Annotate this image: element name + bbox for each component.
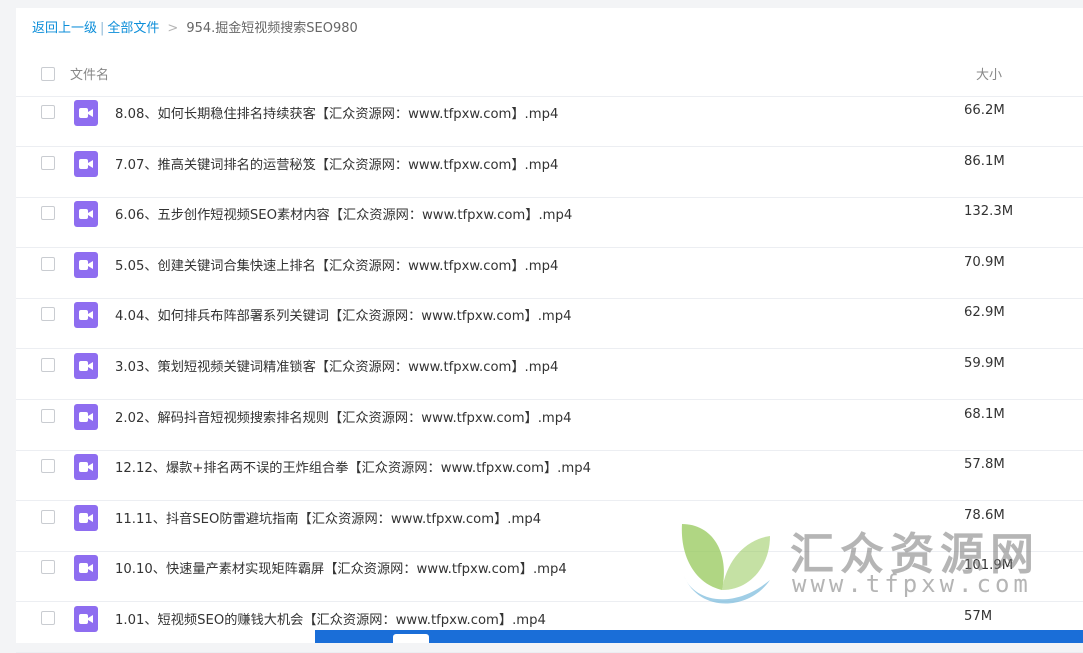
column-header-size[interactable]: 大小 [976, 64, 1002, 83]
column-header-name[interactable]: 文件名 [70, 64, 109, 83]
file-row[interactable]: 11.11、抖音SEO防雷避坑指南【汇众资源网：www.tfpxw.com】.m… [16, 501, 1083, 552]
file-name[interactable]: 12.12、爆款+排名两不误的王炸组合拳【汇众资源网：www.tfpxw.com… [115, 457, 591, 476]
row-checkbox[interactable] [41, 408, 55, 423]
file-row[interactable]: 2.02、解码抖音短视频搜索排名规则【汇众资源网：www.tfpxw.com】.… [16, 400, 1083, 451]
back-link[interactable]: 返回上一级 [32, 21, 97, 36]
file-name[interactable]: 3.03、策划短视频关键词精准锁客【汇众资源网：www.tfpxw.com】.m… [115, 356, 558, 375]
video-file-icon [74, 302, 98, 329]
file-row[interactable]: 1.01、短视频SEO的赚钱大机会【汇众资源网：www.tfpxw.com】.m… [16, 602, 1083, 653]
file-row[interactable]: 7.07、推高关键词排名的运营秘笈【汇众资源网：www.tfpxw.com】.m… [16, 147, 1083, 198]
breadcrumb: 返回上一级 | 全部文件 >954.掘金短视频搜索SEO980 [32, 21, 358, 37]
file-size: 57.8M [964, 457, 1005, 473]
row-checkbox[interactable] [41, 256, 55, 271]
breadcrumb-separator: | [100, 21, 105, 36]
file-row[interactable]: 3.03、策划短视频关键词精准锁客【汇众资源网：www.tfpxw.com】.m… [16, 349, 1083, 400]
file-size: 59.9M [964, 356, 1005, 371]
video-file-icon [74, 403, 98, 430]
video-file-icon [74, 353, 98, 379]
file-name[interactable]: 4.04、如何排兵布阵部署系列关键词【汇众资源网：www.tfpxw.com】.… [115, 305, 572, 324]
all-files-link[interactable]: 全部文件 [107, 21, 159, 36]
file-name[interactable]: 2.02、解码抖音短视频搜索排名规则【汇众资源网：www.tfpxw.com】.… [115, 407, 572, 426]
video-file-icon [74, 504, 98, 531]
file-size: 62.9M [964, 305, 1005, 321]
row-checkbox[interactable] [41, 105, 55, 119]
video-file-icon [74, 454, 98, 481]
file-size: 66.2M [964, 103, 1005, 118]
row-checkbox[interactable] [41, 509, 55, 524]
file-size: 78.6M [964, 507, 1005, 523]
breadcrumb-arrow: > [167, 21, 179, 36]
file-row[interactable]: 4.04、如何排兵布阵部署系列关键词【汇众资源网：www.tfpxw.com】.… [16, 298, 1083, 350]
file-size: 86.1M [964, 153, 1005, 169]
row-checkbox[interactable] [41, 206, 55, 221]
file-size: 132.3M [964, 204, 1014, 220]
list-header: 文件名 大小 [16, 56, 1083, 97]
current-folder: 954.掘金短视频搜索SEO980 [186, 21, 358, 36]
bottom-bar-tab[interactable] [393, 634, 429, 643]
video-file-icon [74, 606, 98, 632]
bottom-bar [315, 630, 1083, 643]
video-file-icon [74, 555, 98, 582]
file-size: 101.9M [964, 558, 1014, 574]
file-row[interactable]: 6.06、五步创作短视频SEO素材内容【汇众资源网：www.tfpxw.com】… [16, 197, 1083, 249]
file-name[interactable]: 11.11、抖音SEO防雷避坑指南【汇众资源网：www.tfpxw.com】.m… [115, 508, 541, 527]
row-checkbox[interactable] [41, 459, 55, 474]
file-name[interactable]: 6.06、五步创作短视频SEO素材内容【汇众资源网：www.tfpxw.com】… [115, 204, 572, 223]
row-checkbox[interactable] [41, 358, 55, 372]
file-row[interactable]: 10.10、快速量产素材实现矩阵霸屏【汇众资源网：www.tfpxw.com】.… [16, 551, 1083, 603]
file-name[interactable]: 7.07、推高关键词排名的运营秘笈【汇众资源网：www.tfpxw.com】.m… [115, 154, 558, 173]
row-checkbox[interactable] [41, 611, 55, 625]
file-name[interactable]: 1.01、短视频SEO的赚钱大机会【汇众资源网：www.tfpxw.com】.m… [115, 609, 546, 628]
row-checkbox[interactable] [41, 155, 55, 170]
row-checkbox[interactable] [41, 307, 55, 322]
file-size: 68.1M [964, 406, 1005, 422]
file-name[interactable]: 10.10、快速量产素材实现矩阵霸屏【汇众资源网：www.tfpxw.com】.… [115, 558, 567, 577]
file-size: 57M [964, 609, 993, 624]
file-row[interactable]: 12.12、爆款+排名两不误的王炸组合拳【汇众资源网：www.tfpxw.com… [16, 450, 1083, 502]
video-file-icon [74, 251, 98, 278]
file-list-panel: 返回上一级 | 全部文件 >954.掘金短视频搜索SEO980 文件名 大小 8.08… [16, 8, 1083, 653]
file-name[interactable]: 8.08、如何长期稳住排名持续获客【汇众资源网：www.tfpxw.com】.m… [115, 103, 558, 122]
file-name[interactable]: 5.05、创建关键词合集快速上排名【汇众资源网：www.tfpxw.com】.m… [115, 255, 558, 274]
select-all-checkbox[interactable] [41, 67, 55, 81]
video-file-icon [74, 150, 98, 177]
row-checkbox[interactable] [41, 560, 55, 575]
file-row[interactable]: 8.08、如何长期稳住排名持续获客【汇众资源网：www.tfpxw.com】.m… [16, 96, 1083, 147]
file-row[interactable]: 5.05、创建关键词合集快速上排名【汇众资源网：www.tfpxw.com】.m… [16, 248, 1083, 299]
video-file-icon [74, 201, 98, 228]
video-file-icon [74, 100, 98, 126]
file-size: 70.9M [964, 254, 1005, 270]
